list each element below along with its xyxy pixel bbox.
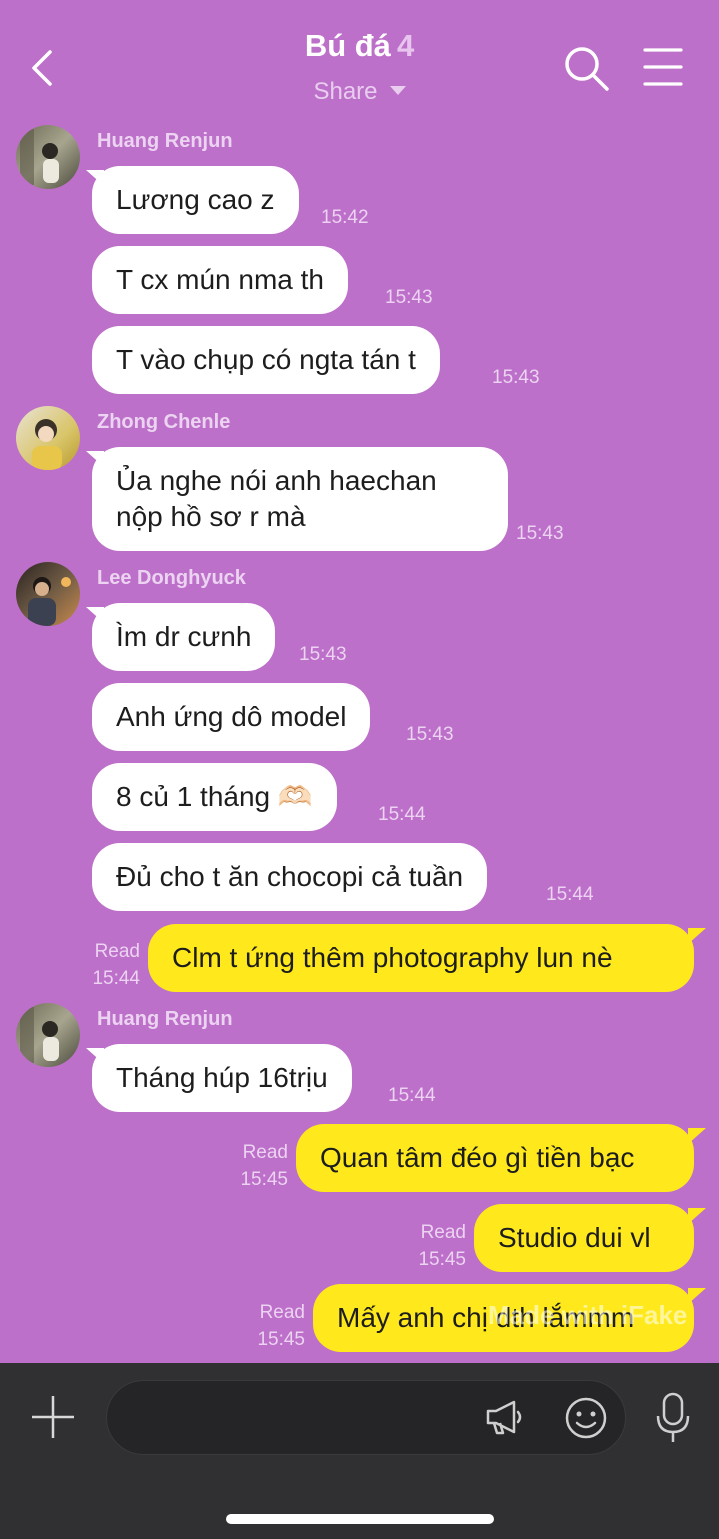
microphone-icon[interactable] <box>655 1392 691 1444</box>
message-time: 15:43 <box>516 523 564 544</box>
bubble-tail <box>688 1208 706 1224</box>
avatar-photo <box>28 577 71 626</box>
message-input[interactable] <box>106 1380 626 1455</box>
sender-name: Lee Donghyuck <box>97 567 246 589</box>
read-receipt: Read 15:45 <box>392 1219 466 1273</box>
chat-header: Bú đá 4 Share <box>0 0 719 120</box>
chat-title-text: Bú đá <box>304 28 391 63</box>
sender-name: Huang Renjun <box>97 130 233 152</box>
message-bubble[interactable]: Ủa nghe nói anh haechan nộp hồ sơ r mà <box>92 447 508 551</box>
emoji-icon[interactable] <box>564 1396 608 1440</box>
message-time: 15:44 <box>378 804 426 825</box>
avatar-photo <box>32 419 62 470</box>
read-receipt: Read 15:45 <box>231 1299 305 1353</box>
message-time: 15:44 <box>546 884 594 905</box>
sender-name: Huang Renjun <box>97 1008 233 1030</box>
read-receipt: Read 15:45 <box>214 1139 288 1193</box>
plus-icon[interactable] <box>30 1394 76 1440</box>
message-bubble[interactable]: T vào chụp có ngta tán t <box>92 326 440 394</box>
read-receipt: Read 15:44 <box>66 938 140 992</box>
message-time: 15:44 <box>388 1085 436 1106</box>
chat-title: Bú đá 4 <box>0 28 719 64</box>
message-bubble[interactable]: 8 củ 1 tháng 🫶🏻 <box>92 763 337 831</box>
hamburger-menu-icon[interactable] <box>642 46 684 88</box>
message-bubble-outgoing[interactable]: Quan tâm đéo gì tiền bạc <box>296 1124 694 1192</box>
bubble-tail <box>688 1288 706 1304</box>
bubble-tail <box>688 928 706 944</box>
message-time: 15:42 <box>321 207 369 228</box>
message-bubble[interactable]: Anh ứng dô model <box>92 683 371 751</box>
message-time: 15:43 <box>406 724 454 745</box>
read-label: Read <box>94 941 140 962</box>
read-label: Read <box>420 1222 466 1243</box>
avatar[interactable] <box>16 562 80 626</box>
message-bubble[interactable]: Lương cao z <box>92 166 299 234</box>
megaphone-icon[interactable] <box>484 1396 526 1438</box>
message-bubble[interactable]: Ìm dr cưnh <box>92 603 276 671</box>
message-bubble-outgoing[interactable]: Studio dui vl <box>474 1204 694 1272</box>
message-time: 15:43 <box>492 367 540 388</box>
message-time: 15:43 <box>299 644 347 665</box>
share-dropdown[interactable]: Share <box>0 78 719 106</box>
avatar-photo <box>20 129 59 185</box>
avatar[interactable] <box>16 1003 80 1067</box>
member-count: 4 <box>396 28 415 63</box>
watermark: Made with iFake <box>488 1300 688 1330</box>
home-indicator[interactable] <box>226 1514 494 1524</box>
read-label: Read <box>259 1302 305 1323</box>
avatar[interactable] <box>16 406 80 470</box>
message-time: 15:43 <box>385 287 433 308</box>
message-bubble[interactable]: T cx mún nma th <box>92 246 349 314</box>
message-bubble-outgoing[interactable]: Clm t ứng thêm photography lun nè <box>148 924 694 992</box>
sender-name: Zhong Chenle <box>97 411 231 433</box>
caret-down-icon <box>389 86 406 95</box>
read-label: Read <box>242 1142 288 1163</box>
share-label: Share <box>313 78 378 105</box>
avatar[interactable] <box>16 125 80 189</box>
message-time: 15:45 <box>257 1329 305 1350</box>
message-time: 15:45 <box>418 1249 466 1270</box>
message-bubble[interactable]: Đủ cho t ăn chocopi cả tuần <box>92 843 488 911</box>
message-bubble[interactable]: Tháng húp 16trịu <box>92 1044 352 1112</box>
avatar-photo <box>20 1007 59 1063</box>
bubble-tail <box>688 1128 706 1144</box>
search-icon[interactable] <box>562 44 610 92</box>
message-time: 15:45 <box>240 1169 288 1190</box>
message-time: 15:44 <box>92 968 140 989</box>
